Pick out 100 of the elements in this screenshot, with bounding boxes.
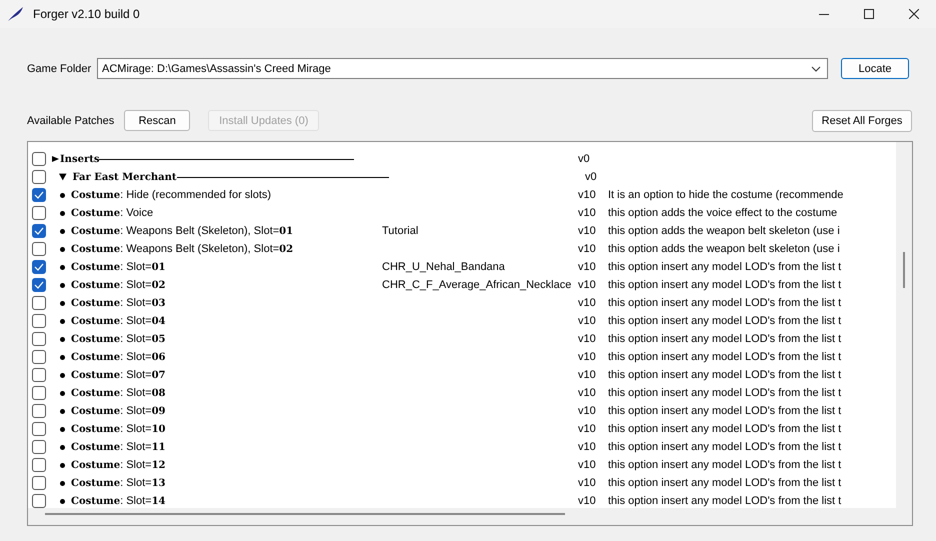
checkbox[interactable] xyxy=(32,422,46,436)
bullet-icon xyxy=(60,408,65,414)
patch-version: v0 xyxy=(585,171,597,183)
checkbox[interactable] xyxy=(32,386,46,400)
patch-version: v10 xyxy=(578,225,596,237)
patch-description: this option insert any model LOD's from the list t xyxy=(608,261,842,273)
checkbox[interactable] xyxy=(32,224,46,238)
patch-version: v10 xyxy=(578,315,596,327)
patch-description: It is an option to hide the costume (recommende xyxy=(608,189,844,201)
patch-description: this option insert any model LOD's from the list t xyxy=(608,297,842,309)
patch-description: this option adds the weapon belt skeleton (use i xyxy=(608,225,840,237)
checkbox[interactable] xyxy=(32,494,46,508)
patch-version: v10 xyxy=(578,189,596,201)
group-title: Inserts xyxy=(60,154,100,164)
patch-version: v10 xyxy=(578,351,596,363)
group-title: Far East Merchant xyxy=(72,172,177,182)
bullet-icon xyxy=(60,282,65,288)
patch-name: Costume: Slot=12 xyxy=(71,459,166,471)
checkbox[interactable] xyxy=(32,314,46,328)
bullet-icon xyxy=(60,246,65,252)
bullet-icon xyxy=(60,192,65,198)
patch-version: v10 xyxy=(578,477,596,489)
patch-version: v10 xyxy=(578,297,596,309)
patch-version: v10 xyxy=(578,279,596,291)
bullet-icon xyxy=(60,498,65,504)
bullet-icon xyxy=(60,336,65,342)
patch-name: Costume: Slot=08 xyxy=(71,387,166,399)
checkbox[interactable] xyxy=(32,170,46,184)
expanded-triangle-icon[interactable] xyxy=(59,173,66,181)
patch-description: this option insert any model LOD's from the list t xyxy=(608,369,842,381)
patch-description: this option insert any model LOD's from the list t xyxy=(608,405,842,417)
bullet-icon xyxy=(60,354,65,360)
bullet-icon xyxy=(60,390,65,396)
patch-name: Costume: Slot=11 xyxy=(71,441,166,453)
patch-version: v10 xyxy=(578,387,596,399)
bullet-icon xyxy=(60,462,65,468)
patch-name: Costume: Hide (recommended for slots) xyxy=(71,189,272,201)
bullet-icon xyxy=(60,264,65,270)
patch-version: v10 xyxy=(578,333,596,345)
bullet-icon xyxy=(60,480,65,486)
bullet-icon xyxy=(60,426,65,432)
patch-name: Costume: Slot=06 xyxy=(71,351,166,363)
patch-version: v10 xyxy=(578,405,596,417)
bullet-icon xyxy=(60,372,65,378)
patch-name: Costume: Slot=04 xyxy=(71,315,166,327)
checkbox[interactable] xyxy=(32,296,46,310)
reset-all-forges-button[interactable]: Reset All Forges xyxy=(812,110,912,132)
checkbox[interactable] xyxy=(32,368,46,382)
patch-version: v10 xyxy=(578,423,596,435)
patch-description: this option insert any model LOD's from the list t xyxy=(608,459,842,471)
checkbox[interactable] xyxy=(32,260,46,274)
checkbox[interactable] xyxy=(32,242,46,256)
window-title: Forger v2.10 build 0 xyxy=(33,7,140,21)
patch-description: this option adds the weapon belt skeleton (use i xyxy=(608,243,840,255)
checkbox[interactable] xyxy=(32,404,46,418)
caret-icon xyxy=(811,66,821,72)
checkbox[interactable] xyxy=(32,458,46,472)
patch-description: this option insert any model LOD's from the list t xyxy=(608,495,842,507)
patch-version: v10 xyxy=(578,243,596,255)
patch-name: Costume: Slot=07 xyxy=(71,369,166,381)
patch-name: Costume: Slot=02 xyxy=(71,279,166,291)
patch-description: this option insert any model LOD's from the list t xyxy=(608,333,842,345)
patch-name: Costume: Slot=13 xyxy=(71,477,166,489)
checkbox[interactable] xyxy=(32,332,46,346)
patch-name: Costume: Weapons Belt (Skeleton), Slot=02 xyxy=(71,243,294,255)
patch-description: this option adds the voice effect to the costume xyxy=(608,207,838,219)
checkbox[interactable] xyxy=(32,206,46,220)
patch-version: v0 xyxy=(578,153,590,165)
patch-name: Costume: Slot=10 xyxy=(71,423,166,435)
close-icon xyxy=(908,9,918,19)
collapsed-triangle-icon[interactable] xyxy=(52,156,59,162)
patch-version: v10 xyxy=(578,441,596,453)
checkbox[interactable] xyxy=(32,188,46,202)
patch-name: Costume: Weapons Belt (Skeleton), Slot=01 xyxy=(71,225,294,237)
patch-description: this option insert any model LOD's from the list t xyxy=(608,315,842,327)
patch-description: this option insert any model LOD's from the list t xyxy=(608,351,842,363)
patch-description: this option insert any model LOD's from the list t xyxy=(608,441,842,453)
checkbox[interactable] xyxy=(32,476,46,490)
checkbox[interactable] xyxy=(32,152,46,166)
patch-name: Costume: Slot=09 xyxy=(71,405,166,417)
patch-value: Tutorial xyxy=(382,225,418,237)
checkbox[interactable] xyxy=(32,350,46,364)
rescan-button[interactable]: Rescan xyxy=(124,110,190,131)
patch-description: this option insert any model LOD's from the list t xyxy=(608,279,842,291)
patch-version: v10 xyxy=(578,261,596,273)
bullet-icon xyxy=(60,228,65,234)
checkbox[interactable] xyxy=(32,278,46,292)
game-folder-dropdown[interactable]: ACMirage: D:\Games\Assassin's Creed Mirage xyxy=(97,58,828,79)
patch-name: Costume: Slot=05 xyxy=(71,333,166,345)
bullet-icon xyxy=(60,300,65,306)
checkbox[interactable] xyxy=(32,440,46,454)
patch-description: this option insert any model LOD's from the list t xyxy=(608,387,842,399)
patch-name: Costume: Slot=14 xyxy=(71,495,166,507)
patch-name: Costume: Slot=03 xyxy=(71,297,166,309)
patch-name: Costume: Slot=01 xyxy=(71,261,166,273)
locate-button[interactable]: Locate xyxy=(841,58,909,79)
patch-version: v10 xyxy=(578,207,596,219)
bullet-icon xyxy=(60,444,65,450)
bullet-icon xyxy=(60,210,65,216)
feather-icon xyxy=(7,6,25,22)
